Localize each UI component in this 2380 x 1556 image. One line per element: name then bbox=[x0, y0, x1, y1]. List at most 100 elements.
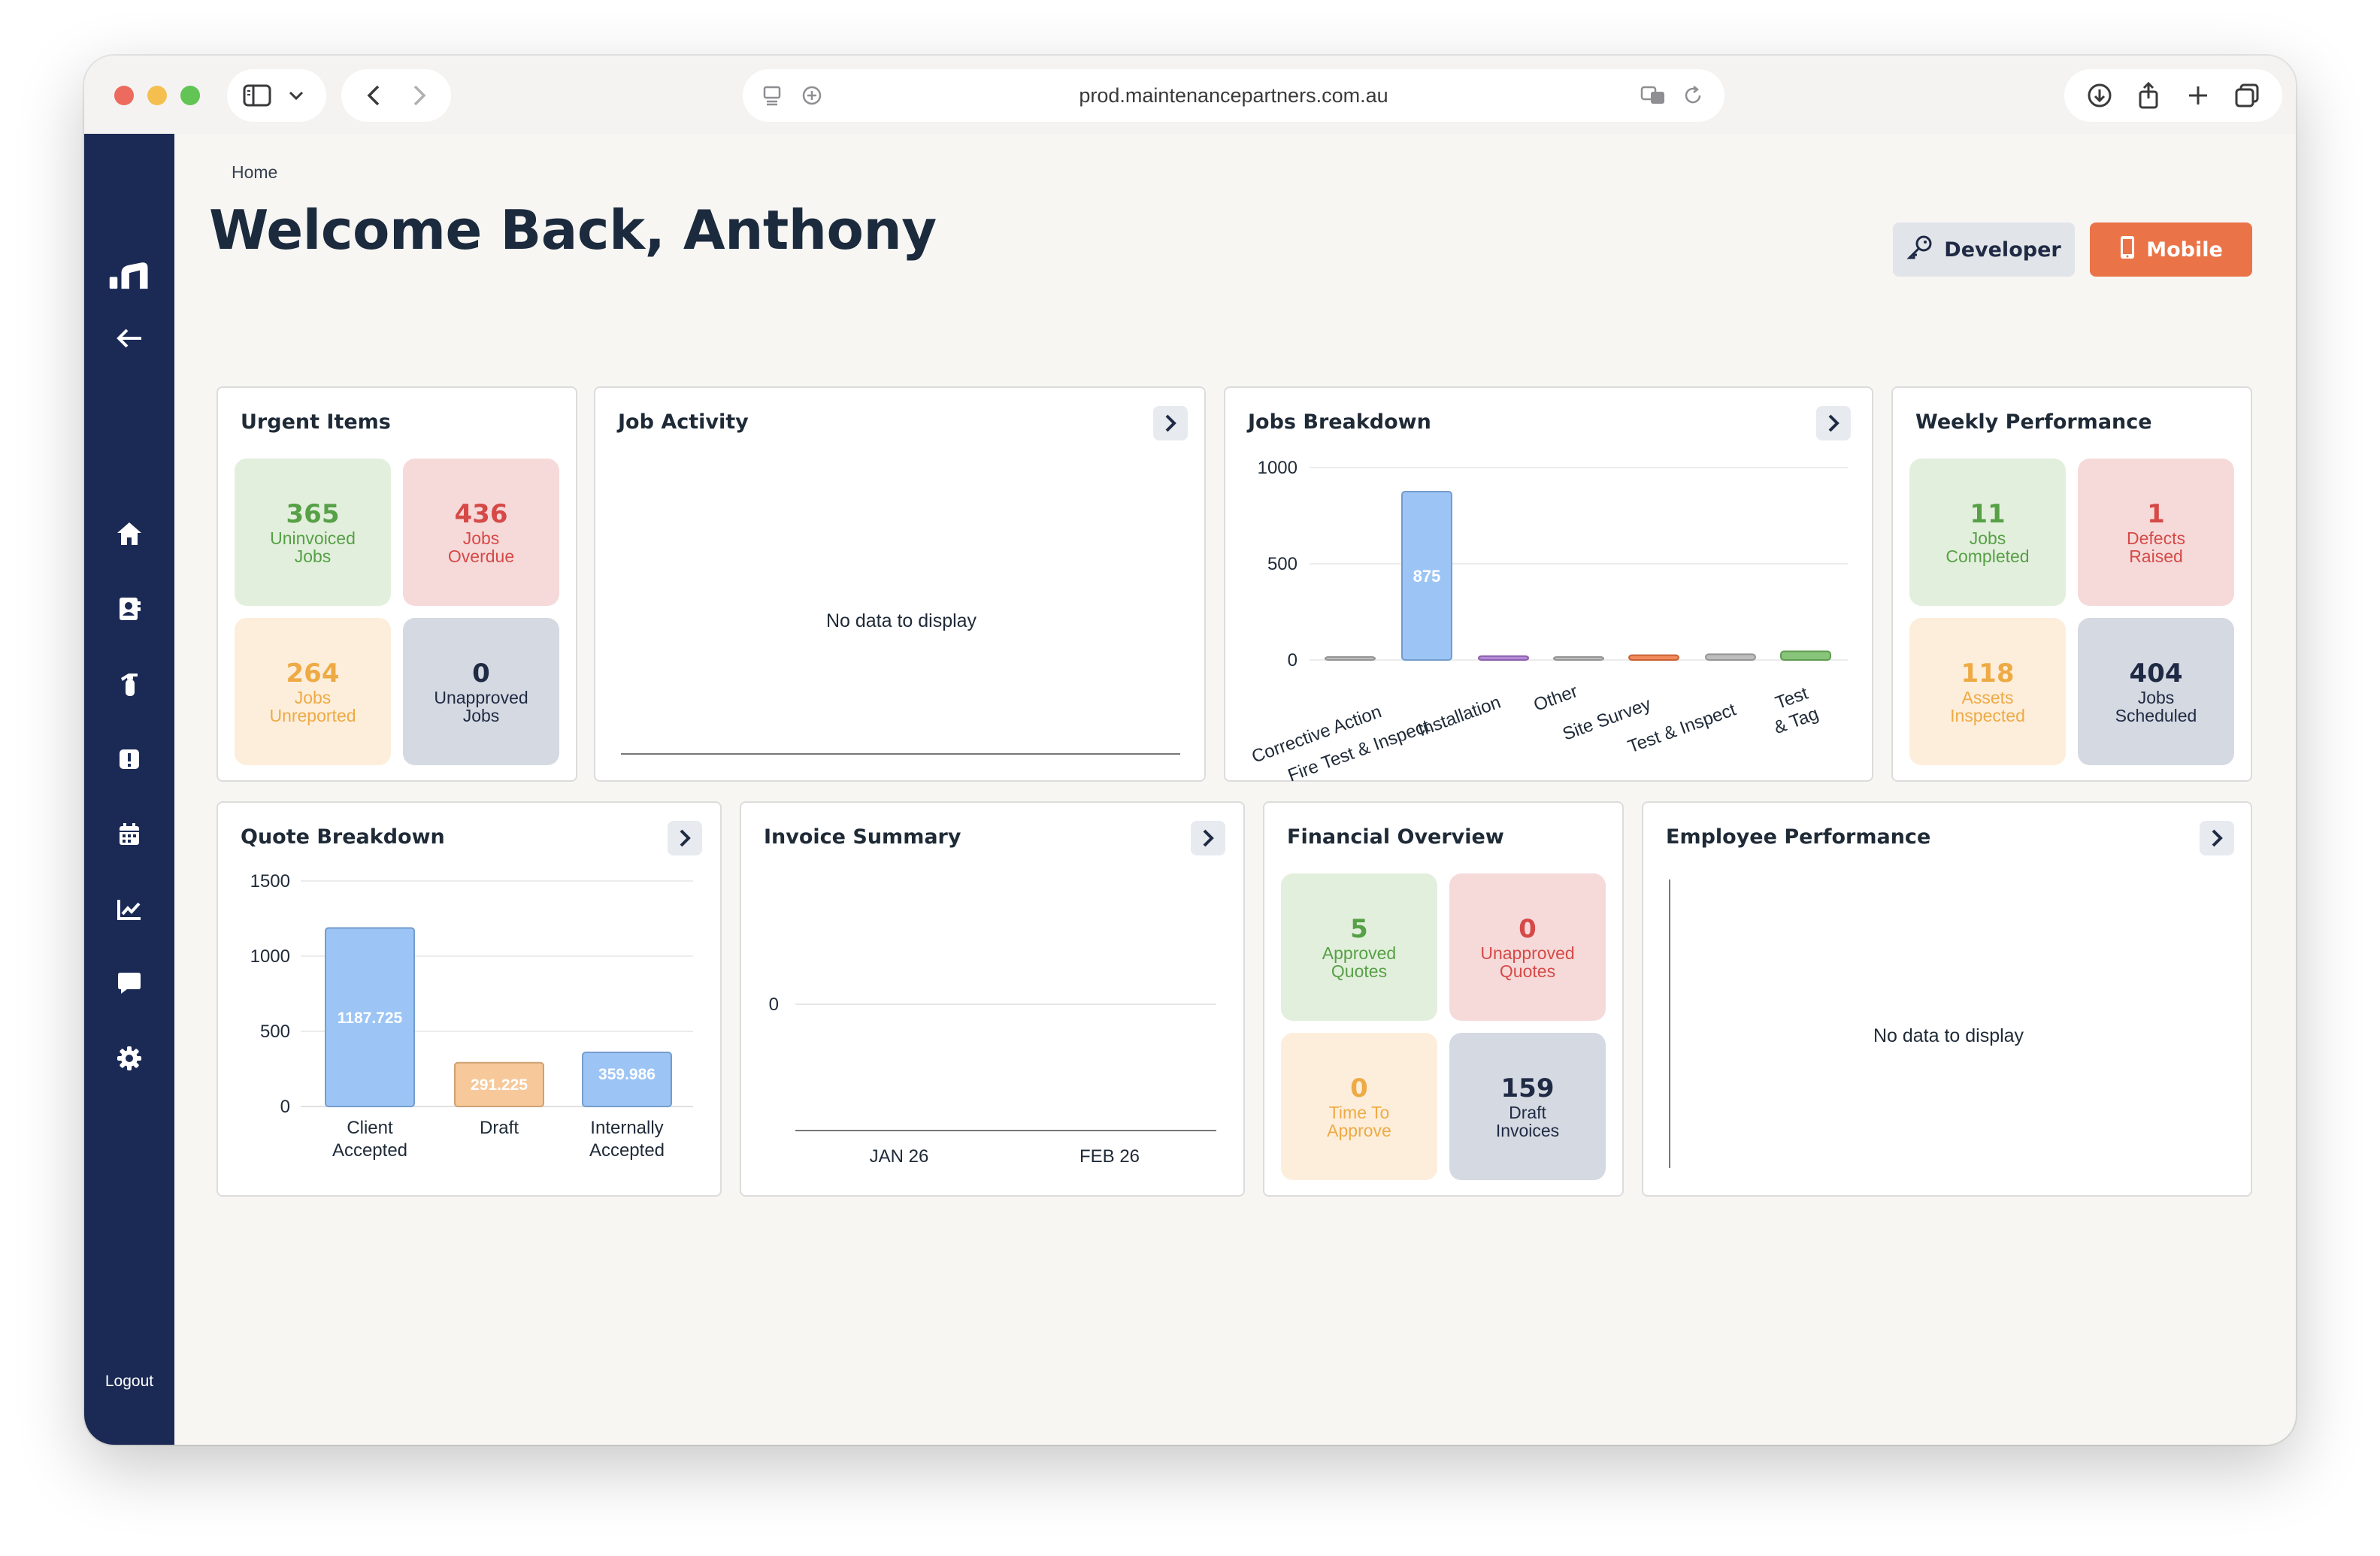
tile-value: 11 bbox=[1970, 499, 2006, 529]
bar-installation[interactable] bbox=[1478, 655, 1529, 661]
x-tick-label: FEB 26 bbox=[1079, 1146, 1140, 1167]
share-icon[interactable] bbox=[2133, 80, 2163, 110]
logout-button[interactable]: Logout bbox=[84, 1373, 174, 1391]
browser-toolbar: prod.maintenancepartners.com.au bbox=[84, 56, 2296, 134]
y-tick-label: 500 bbox=[260, 1022, 290, 1042]
uninvoiced-jobs-tile[interactable]: 365 Uninvoiced Jobs bbox=[235, 459, 391, 606]
jobs-scheduled-tile[interactable]: 404 Jobs Scheduled bbox=[2078, 618, 2234, 765]
invoice-summary-chart: 0 JAN 26 FEB 26 bbox=[769, 994, 1216, 1167]
sidebar-toggle-group bbox=[227, 69, 326, 122]
tile-label: Assets bbox=[1961, 688, 2014, 707]
contact-card-icon[interactable] bbox=[108, 588, 150, 630]
card-title: Job Activity bbox=[618, 410, 749, 434]
tile-value: 365 bbox=[286, 499, 340, 529]
arrow-left-icon[interactable] bbox=[108, 317, 150, 359]
bar-site-survey[interactable] bbox=[1628, 654, 1679, 661]
bar-data-label: 359.986 bbox=[598, 1066, 656, 1083]
tile-label: Approve bbox=[1327, 1121, 1391, 1140]
bar-test-inspect[interactable] bbox=[1705, 653, 1756, 661]
url-text[interactable]: prod.maintenancepartners.com.au bbox=[1079, 84, 1388, 107]
jobs-unreported-tile[interactable]: 264 Jobs Unreported bbox=[235, 618, 391, 765]
address-bar[interactable]: prod.maintenancepartners.com.au bbox=[743, 69, 1724, 122]
card-title: Financial Overview bbox=[1287, 825, 1504, 849]
maximize-window-button[interactable] bbox=[180, 86, 200, 105]
chevron-down-icon[interactable] bbox=[281, 80, 311, 110]
chart-axis-line bbox=[621, 753, 1180, 755]
card-title: Urgent Items bbox=[241, 410, 391, 434]
jobs-completed-tile[interactable]: 11 Jobs Completed bbox=[1909, 459, 2066, 606]
approved-quotes-tile[interactable]: 5 Approved Quotes bbox=[1281, 873, 1437, 1021]
calendar-icon[interactable] bbox=[108, 813, 150, 855]
bar-data-label: 1187.725 bbox=[338, 1010, 403, 1027]
tile-value: 159 bbox=[1500, 1073, 1555, 1103]
logo-bars-icon[interactable] bbox=[108, 253, 150, 295]
employee-performance-expand-button[interactable] bbox=[2200, 821, 2234, 855]
reload-icon[interactable] bbox=[1678, 80, 1708, 110]
new-tab-icon[interactable] bbox=[2183, 80, 2213, 110]
bar-corrective-action[interactable] bbox=[1325, 656, 1376, 661]
gear-icon[interactable] bbox=[108, 1037, 150, 1079]
defects-raised-tile[interactable]: 1 Defects Raised bbox=[2078, 459, 2234, 606]
no-data-message: No data to display bbox=[1873, 1025, 2024, 1046]
tile-value: 5 bbox=[1350, 914, 1368, 944]
breadcrumb[interactable]: Home bbox=[232, 162, 277, 183]
chart-axis-line bbox=[1669, 879, 1670, 1168]
jobs-breakdown-chart: 1000 500 0 875 Corrective Action Fire Te… bbox=[1249, 458, 1848, 783]
x-tick-label: Accepted bbox=[332, 1140, 407, 1161]
draft-invoices-tile[interactable]: 159 Draft Invoices bbox=[1449, 1033, 1606, 1180]
tile-label: Completed bbox=[1945, 546, 2030, 566]
y-tick-label: 0 bbox=[280, 1097, 290, 1117]
card-title: Weekly Performance bbox=[1915, 410, 2152, 434]
download-icon[interactable] bbox=[2085, 80, 2115, 110]
chat-icon[interactable] bbox=[108, 962, 150, 1004]
alert-icon[interactable] bbox=[108, 738, 150, 780]
chevron-right-icon bbox=[2212, 829, 2223, 847]
tile-label: Jobs bbox=[462, 706, 500, 725]
tile-label: Jobs bbox=[1969, 528, 2006, 548]
key-icon bbox=[1906, 234, 1933, 266]
quote-breakdown-card: Quote Breakdown 1500 1000 500 0 1187.725… bbox=[217, 801, 722, 1197]
page-settings-icon[interactable] bbox=[797, 80, 827, 110]
x-tick-label: Internally bbox=[590, 1118, 663, 1138]
x-tick-label: Installation bbox=[1416, 692, 1503, 741]
jobs-overdue-tile[interactable]: 436 Jobs Overdue bbox=[403, 459, 559, 606]
tab-overview-icon[interactable] bbox=[2232, 80, 2262, 110]
tile-label: Draft bbox=[1509, 1103, 1546, 1122]
x-tick-label: Client bbox=[347, 1118, 393, 1138]
unapproved-quotes-tile[interactable]: 0 Unapproved Quotes bbox=[1449, 873, 1606, 1021]
unapproved-jobs-tile[interactable]: 0 Unapproved Jobs bbox=[403, 618, 559, 765]
fire-extinguisher-icon[interactable] bbox=[108, 663, 150, 705]
chart-line-icon[interactable] bbox=[108, 888, 150, 931]
urgent-items-card: Urgent Items 365 Uninvoiced Jobs 436 Job… bbox=[217, 386, 577, 782]
x-tick-label: Accepted bbox=[589, 1140, 665, 1161]
job-activity-expand-button[interactable] bbox=[1153, 406, 1188, 440]
bar-other[interactable] bbox=[1553, 656, 1604, 661]
time-to-approve-tile[interactable]: 0 Time To Approve bbox=[1281, 1033, 1437, 1180]
mobile-button[interactable]: Mobile bbox=[2090, 223, 2252, 277]
tile-value: 0 bbox=[1350, 1073, 1368, 1103]
reader-mode-icon[interactable] bbox=[758, 80, 788, 110]
sidebar: Logout bbox=[84, 134, 174, 1445]
minimize-window-button[interactable] bbox=[147, 86, 167, 105]
tile-value: 404 bbox=[2129, 658, 2183, 689]
tile-label: Unreported bbox=[269, 706, 356, 725]
card-title: Employee Performance bbox=[1666, 825, 1931, 849]
tile-label: Raised bbox=[2129, 546, 2183, 566]
assets-inspected-tile[interactable]: 118 Assets Inspected bbox=[1909, 618, 2066, 765]
close-window-button[interactable] bbox=[114, 86, 134, 105]
back-arrow-icon[interactable] bbox=[359, 80, 389, 110]
tile-label: Inspected bbox=[1950, 706, 2025, 725]
developer-button[interactable]: Developer bbox=[1893, 223, 2075, 277]
tile-label: Uninvoiced bbox=[270, 528, 356, 548]
tile-value: 1 bbox=[2147, 499, 2165, 529]
home-icon[interactable] bbox=[108, 513, 150, 555]
bar-test-tag[interactable] bbox=[1780, 650, 1831, 661]
forward-arrow-icon[interactable] bbox=[404, 80, 434, 110]
invoice-summary-card: Invoice Summary 0 JAN 26 FEB 26 bbox=[740, 801, 1245, 1197]
tile-label: Time To bbox=[1328, 1103, 1390, 1122]
tile-label: Quotes bbox=[1331, 961, 1388, 981]
y-tick-label: 1000 bbox=[250, 946, 290, 967]
sidebar-toggle-icon[interactable] bbox=[242, 80, 272, 110]
y-tick-label: 0 bbox=[1288, 650, 1297, 671]
translate-icon[interactable] bbox=[1639, 80, 1669, 110]
